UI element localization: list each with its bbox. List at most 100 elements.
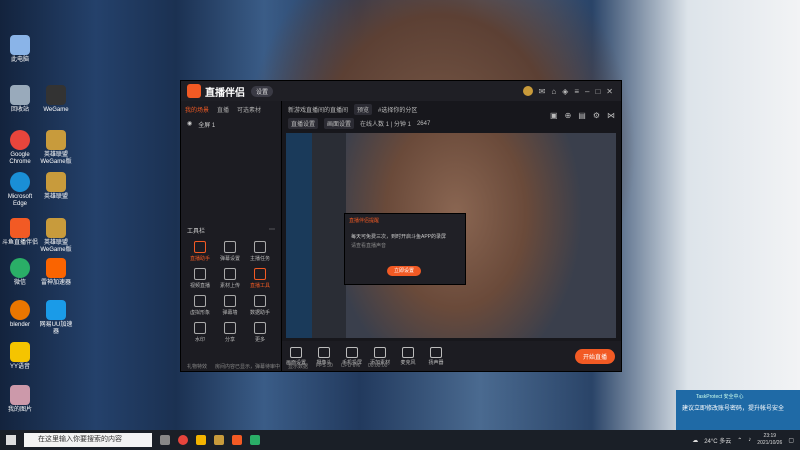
desktop-icon[interactable]: Google Chrome xyxy=(2,130,38,166)
gift-box-icon[interactable]: ▣ xyxy=(550,111,558,120)
chrome-icon[interactable] xyxy=(178,435,188,445)
clock[interactable]: 23:19 2021/10/26 xyxy=(757,433,782,447)
weather-icon[interactable]: ☁ xyxy=(692,437,698,444)
clock-time: 23:19 xyxy=(763,433,777,439)
tool-label: 弹幕设置 xyxy=(219,256,240,262)
avatar[interactable] xyxy=(522,86,533,96)
toast-message: 建议立即修改账号密码，提升帐号安全 xyxy=(682,406,785,412)
desktop-icon[interactable]: 回收站 xyxy=(2,85,38,114)
desktop-icon[interactable]: 此电脑 xyxy=(2,35,38,64)
system-tray: ☁ 24°C 多云 ⌃ ♪ 23:19 2021/10/26 ▢ xyxy=(692,433,794,447)
tool-button[interactable]: 弹幕墙 xyxy=(215,295,245,316)
dialog-sub: 请查看直播声音 xyxy=(351,243,387,249)
clock-date: 2021/10/26 xyxy=(757,440,783,446)
yy-icon xyxy=(10,342,30,362)
desktop-icon-label: 雷神加速器 xyxy=(40,280,71,286)
tool-button[interactable]: 直播助手 xyxy=(185,241,215,262)
desktop-icon[interactable]: 英雄联盟 WeGame版 xyxy=(38,218,74,254)
taskbar-search-input[interactable]: 在这里输入你要搜索的内容 xyxy=(24,433,152,447)
desktop-icon[interactable]: 英雄联盟 xyxy=(38,172,74,201)
security-toast[interactable]: TaskProtect 安全中心 建议立即修改账号密码，提升帐号安全 xyxy=(676,390,800,430)
close-icon[interactable]: ✕ xyxy=(606,87,613,96)
tool-label: 虚拟形象 xyxy=(189,310,210,316)
eye-icon[interactable]: ◉ xyxy=(187,120,192,129)
message-icon[interactable]: ✉ xyxy=(539,87,546,96)
streaming-app-window: 直播伴侣 设置 ✉ ⌂ ◈ ≡ – □ ✕ 我的场景 直播 可选素材 ◉ 全屏 … xyxy=(180,80,622,372)
desktop-icon[interactable]: Microsoft Edge xyxy=(2,172,38,208)
stream-preview[interactable]: 直播伴侣提醒 每天可免费三次，到时开启斗鱼APP的录屏 请查看直播声音 立即设置 xyxy=(286,133,616,338)
tab-materials[interactable]: 可选素材 xyxy=(237,105,261,114)
tool-button[interactable]: 虚拟形象 xyxy=(185,295,215,316)
folder-icon[interactable] xyxy=(196,435,206,445)
tool-label: 更多 xyxy=(254,337,265,343)
share-icon xyxy=(224,322,236,334)
douyu-icon[interactable] xyxy=(232,435,242,445)
picture-settings-pill[interactable]: 画面设置 xyxy=(324,118,355,129)
desktop-icon-label: WeGame xyxy=(43,107,69,113)
desktop-icon[interactable]: 英雄联盟 WeGame版 xyxy=(38,130,74,166)
desktop-icon[interactable]: 微信 xyxy=(2,258,38,287)
danmaku-icon xyxy=(224,241,236,253)
lock-icon[interactable]: ⊕ xyxy=(565,111,572,120)
blender-icon xyxy=(10,300,30,320)
more-icon[interactable]: ⋯ xyxy=(269,226,275,235)
room-title[interactable]: 新游戏直播间的直播间 xyxy=(288,105,348,114)
thunder-accelerator-icon xyxy=(46,258,66,278)
desktop-icon[interactable]: 网易UU加速器 xyxy=(38,300,74,336)
desktop-icon[interactable]: 雷神加速器 xyxy=(38,258,74,287)
menu-icon[interactable]: ≡ xyxy=(574,87,579,96)
edge-icon xyxy=(10,172,30,192)
desktop-icon-label: YY语音 xyxy=(9,364,30,370)
heat-value: 2647 xyxy=(416,120,431,127)
toolbox-icon xyxy=(254,268,266,280)
tool-button[interactable]: 数据助手 xyxy=(245,295,275,316)
tab-scenes[interactable]: 我的场景 xyxy=(185,105,209,114)
desktop-icon[interactable]: 我的图片 xyxy=(2,385,38,414)
desktop-icon-label: 英雄联盟 WeGame版 xyxy=(40,240,72,253)
data-icon xyxy=(254,295,266,307)
tool-button[interactable]: 主播任务 xyxy=(245,241,275,262)
desktop-icon[interactable]: YY语音 xyxy=(2,342,38,371)
room-tag[interactable]: #选择你的分区 xyxy=(378,105,417,114)
wechat-icon[interactable] xyxy=(250,435,260,445)
tab-live[interactable]: 直播 xyxy=(217,105,229,114)
microphone-icon xyxy=(402,346,414,358)
lol-icon[interactable] xyxy=(214,435,224,445)
minimize-icon[interactable]: – xyxy=(585,87,589,96)
tool-label: 分享 xyxy=(224,337,235,343)
tool-button[interactable]: 分享 xyxy=(215,322,245,343)
windows-start-icon[interactable] xyxy=(6,435,16,445)
desktop-icon[interactable]: 斗鱼直播伴侣 xyxy=(2,218,38,247)
douyu-icon xyxy=(10,218,30,238)
task-icon xyxy=(254,241,266,253)
status-item: 礼物特效 xyxy=(187,364,208,370)
tool-button[interactable]: 水印 xyxy=(185,322,215,343)
settings-badge[interactable]: 设置 xyxy=(251,85,274,97)
desktop-icon[interactable]: blender xyxy=(2,300,38,329)
start-live-button[interactable]: 开始直播 xyxy=(574,348,615,364)
share-icon[interactable]: ⋈ xyxy=(607,111,615,120)
weather-text[interactable]: 24°C 多云 xyxy=(704,436,731,445)
network-icon[interactable]: ⌃ xyxy=(737,437,742,444)
skin-icon[interactable]: ◈ xyxy=(562,87,568,96)
dialog-confirm-button[interactable]: 立即设置 xyxy=(387,266,421,276)
maximize-icon[interactable]: □ xyxy=(595,87,600,96)
desktop-icon[interactable]: WeGame xyxy=(38,85,74,114)
tools-grid: 直播助手 弹幕设置 主播任务 视频直播 素材上传 直播工具 虚拟形象 弹幕墙 数… xyxy=(185,241,277,343)
status-item: 房间内容已显示，弹幕待审中 xyxy=(215,364,281,370)
settings-icon[interactable]: ⚙ xyxy=(593,111,600,120)
tool-button[interactable]: 更多 xyxy=(245,322,275,343)
desktop-icon-label: 网易UU加速器 xyxy=(39,322,73,335)
tool-button[interactable]: 直播工具 xyxy=(245,268,275,289)
tool-button[interactable]: 弹幕设置 xyxy=(215,241,245,262)
main-top-icons: ▣ ⊕ ▤ ⚙ ⋈ xyxy=(550,111,615,120)
tool-button[interactable]: 素材上传 xyxy=(215,268,245,289)
scene-item[interactable]: ◉ 全屏 1 xyxy=(181,116,281,133)
tool-button[interactable]: 视频直播 xyxy=(185,268,215,289)
live-settings-pill[interactable]: 直播设置 xyxy=(288,118,319,129)
task-view-icon[interactable] xyxy=(160,435,170,445)
gift-icon[interactable]: ⌂ xyxy=(551,87,556,96)
volume-icon[interactable]: ♪ xyxy=(748,437,751,443)
notification-icon[interactable]: ▢ xyxy=(788,437,794,444)
layout-icon[interactable]: ▤ xyxy=(578,111,586,120)
